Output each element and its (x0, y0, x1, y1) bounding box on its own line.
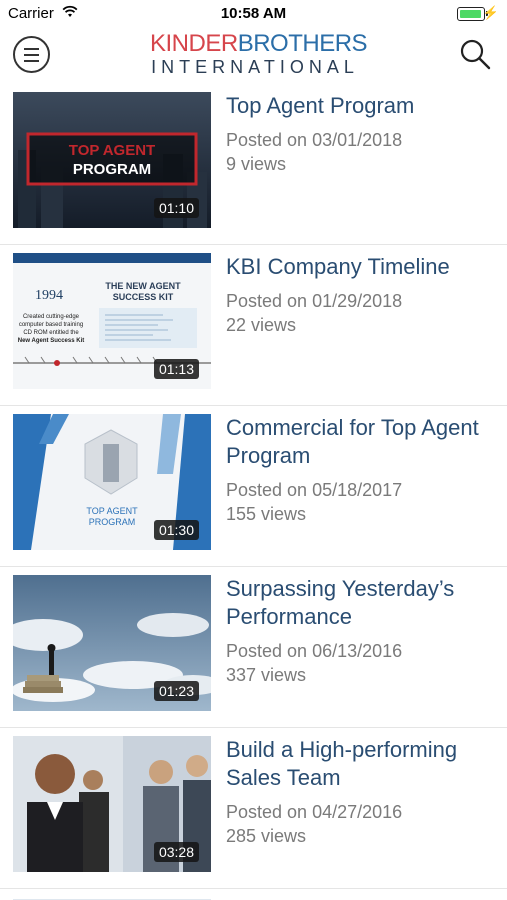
video-title[interactable]: Build a High-performing Sales Team (226, 736, 496, 792)
video-views: 285 views (226, 826, 307, 846)
search-button[interactable] (457, 36, 493, 72)
video-views: 155 views (226, 504, 307, 524)
video-item-surpassing-yesterday[interactable]: 01:23 Surpassing Yesterday’s Performance… (0, 567, 507, 728)
video-duration: 01:10 (153, 198, 199, 218)
video-list: TOP AGENT PROGRAM 01:10 Top Agent Progra… (0, 84, 507, 900)
video-posted-date: Posted on 05/18/2017 (226, 480, 403, 500)
video-thumbnail[interactable]: 03:28 (13, 736, 211, 872)
video-item-top-agent-program[interactable]: TOP AGENT PROGRAM 01:10 Top Agent Progra… (0, 84, 507, 245)
video-posted-date: Posted on 01/29/2018 (226, 291, 403, 311)
menu-button[interactable] (13, 36, 50, 73)
video-title[interactable]: Commercial for Top Agent Program (226, 414, 496, 470)
video-item-commercial-top-agent[interactable]: TOP AGENT PROGRAM 01:30 Commercial for T… (0, 406, 507, 567)
nav-bar: KINDERBROTHERS INTERNATIONAL (0, 28, 507, 84)
video-thumbnail[interactable]: 1994 THE NEW AGENT SUCCESS KIT Created c… (13, 253, 211, 389)
svg-text:computer based training: computer based training (19, 322, 83, 328)
svg-text:SUCCESS KIT: SUCCESS KIT (113, 292, 174, 302)
video-views: 337 views (226, 665, 307, 685)
video-duration: 01:13 (153, 359, 199, 379)
video-duration: 03:28 (153, 842, 199, 862)
video-item-partial[interactable] (0, 889, 507, 900)
search-icon (460, 39, 491, 70)
status-bar: Carrier 10:58 AM ⚡ (0, 0, 507, 28)
video-item-kbi-company-timeline[interactable]: 1994 THE NEW AGENT SUCCESS KIT Created c… (0, 245, 507, 406)
video-duration: 01:23 (153, 681, 199, 701)
svg-text:CD ROM entitled the: CD ROM entitled the (23, 330, 79, 336)
menu-icon (24, 48, 39, 50)
video-title[interactable]: Top Agent Program (226, 92, 496, 120)
battery-icon (457, 7, 488, 21)
svg-text:Created cutting-edge: Created cutting-edge (23, 314, 80, 320)
video-duration: 01:30 (153, 520, 199, 540)
video-posted-date: Posted on 04/27/2016 (226, 802, 403, 822)
video-title[interactable]: Surpassing Yesterday’s Performance (226, 575, 496, 631)
svg-text:TOP AGENT: TOP AGENT (86, 506, 138, 516)
video-posted-date: Posted on 03/01/2018 (226, 130, 403, 150)
svg-text:New Agent Success Kit: New Agent Success Kit (18, 338, 84, 344)
svg-text:PROGRAM: PROGRAM (89, 517, 136, 527)
video-thumbnail[interactable]: TOP AGENT PROGRAM 01:30 (13, 414, 211, 550)
svg-text:PROGRAM: PROGRAM (73, 161, 151, 178)
svg-text:1994: 1994 (35, 288, 63, 303)
logo: KINDERBROTHERS INTERNATIONAL (150, 30, 368, 77)
video-item-build-sales-team[interactable]: 03:28 Build a High-performing Sales Team… (0, 728, 507, 889)
video-thumbnail[interactable]: 01:23 (13, 575, 211, 711)
video-views: 9 views (226, 154, 287, 174)
clock: 10:58 AM (220, 5, 287, 22)
svg-text:TOP AGENT: TOP AGENT (69, 142, 155, 159)
svg-text:THE NEW AGENT: THE NEW AGENT (105, 281, 181, 291)
charging-icon: ⚡ (482, 5, 499, 20)
video-thumbnail[interactable]: TOP AGENT PROGRAM 01:10 (13, 92, 211, 228)
video-posted-date: Posted on 06/13/2016 (226, 641, 403, 661)
video-title[interactable]: KBI Company Timeline (226, 253, 496, 281)
video-views: 22 views (226, 315, 297, 335)
